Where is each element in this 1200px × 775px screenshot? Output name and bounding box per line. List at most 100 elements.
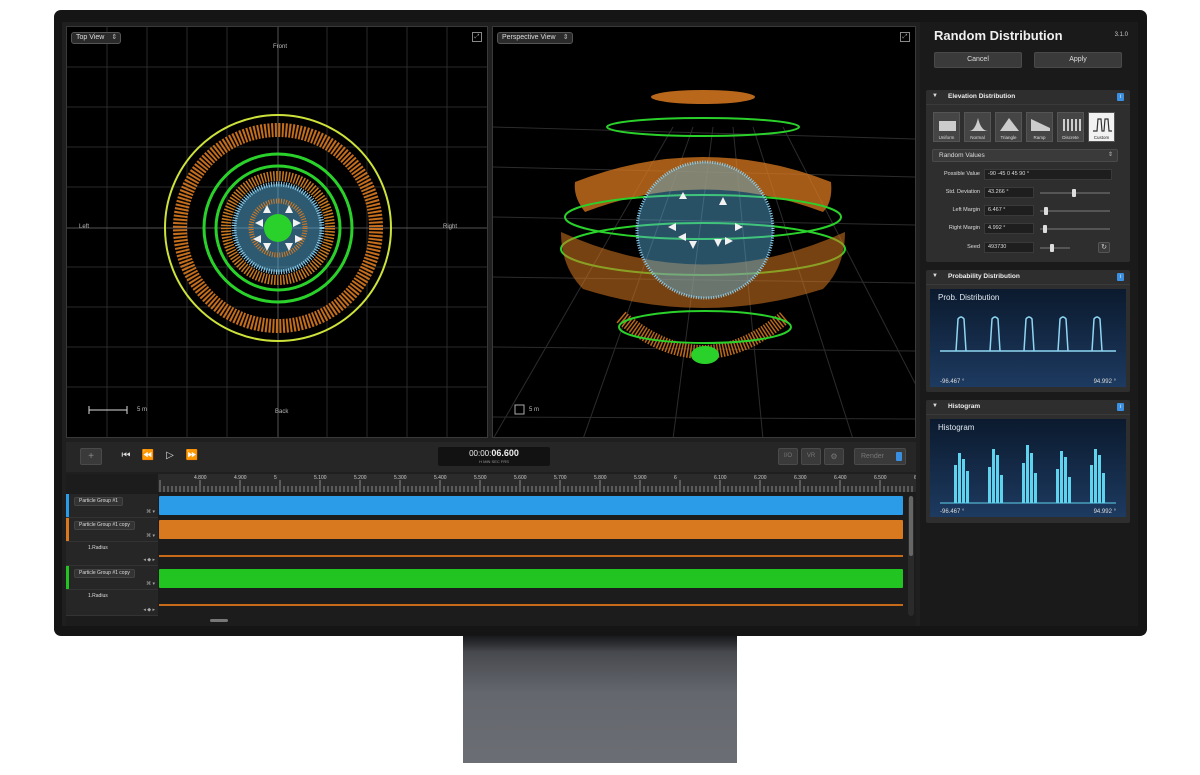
scroll-thumb[interactable] — [210, 619, 228, 622]
collapse-icon[interactable]: ▼ — [932, 403, 938, 409]
horizontal-scrollbar[interactable] — [158, 618, 898, 623]
track-bar[interactable] — [159, 496, 903, 515]
graph-max-label: 94.992 ° — [1093, 509, 1116, 515]
slider-knob[interactable] — [1050, 244, 1055, 252]
info-icon[interactable]: i — [1117, 273, 1124, 281]
dist-normal-button[interactable]: Normal — [964, 112, 991, 142]
ruler-label: 5 — [274, 475, 277, 481]
normal-icon — [969, 118, 988, 131]
dist-discrete-button[interactable]: Discrete — [1057, 112, 1084, 142]
track-controls-icon[interactable]: ⌘ ▾ — [146, 509, 155, 515]
left-margin-slider[interactable] — [1040, 207, 1110, 215]
collapse-icon[interactable]: ▼ — [932, 93, 938, 99]
refresh-seed-icon[interactable]: ↻ — [1098, 242, 1110, 253]
keyframe-controls-icon[interactable]: ◂ ◆ ▸ — [143, 557, 155, 563]
info-icon[interactable]: i — [1117, 93, 1124, 101]
front-label: Front — [273, 44, 288, 50]
subtrack-curve[interactable] — [159, 604, 903, 606]
dist-triangle-button[interactable]: Triangle — [995, 112, 1022, 142]
dist-custom-button[interactable]: Custom — [1088, 112, 1115, 142]
track-name[interactable]: Particle Group #1 copy — [74, 569, 135, 578]
track-name[interactable]: Particle Group #1 — [74, 497, 123, 506]
section-title: Probability Distribution — [948, 273, 1020, 280]
top-view-viewport[interactable]: Front Back Left Right 5 m Top View ⇕ ⤢ — [66, 26, 488, 438]
section-header[interactable]: ▼ Probability Distribution i — [926, 270, 1130, 285]
timeline: 4.800 4.900 5 5.100 5.200 5.300 5.400 5.500 5.60… — [66, 474, 916, 626]
subtrack-header[interactable]: 1.Radius ◂ ◆ ▸ — [66, 542, 158, 566]
left-margin-input[interactable]: 6.467 ° — [984, 205, 1034, 216]
track-header[interactable]: Particle Group #1 copy ⌘ ▾ — [66, 518, 158, 542]
ruler-label: 4.900 — [234, 475, 247, 481]
slider-knob[interactable] — [1043, 225, 1048, 233]
dist-ramp-button[interactable]: Ramp — [1026, 112, 1053, 142]
maximize-icon[interactable]: ⤢ — [472, 32, 482, 42]
top-view-canvas[interactable] — [67, 27, 488, 438]
seed-slider[interactable] — [1040, 244, 1070, 252]
graph-max-label: 94.992 ° — [1093, 379, 1116, 385]
subtrack-header[interactable]: 1.Radius ◂ ◆ ▸ — [66, 590, 158, 616]
timecode-units: H MIN SEC FRS — [479, 459, 509, 464]
perspective-view-viewport[interactable]: 5 m Perspective View ⇕ ⤢ — [492, 26, 916, 438]
info-icon[interactable]: i — [1117, 403, 1124, 411]
std-deviation-slider[interactable] — [1040, 189, 1110, 197]
step-forward-icon[interactable]: ⏩ — [184, 448, 200, 465]
section-title: Histogram — [948, 403, 981, 410]
timeline-ruler[interactable]: 4.800 4.900 5 5.100 5.200 5.300 5.400 5.500 5.60… — [158, 474, 916, 492]
scale-label: 5 m — [137, 407, 148, 413]
ruler-label: 5.700 — [554, 475, 567, 481]
chevron-icon: ⇕ — [1107, 152, 1113, 158]
random-values-dropdown[interactable]: Random Values ⇕ — [932, 149, 1118, 162]
apply-button[interactable]: Apply — [1034, 52, 1122, 68]
maximize-icon[interactable]: ⤢ — [900, 32, 910, 42]
track-controls-icon[interactable]: ⌘ ▾ — [146, 533, 155, 539]
std-deviation-input[interactable]: 43.266 ° — [984, 187, 1034, 198]
timecode-display: 00:00:06.600 H MIN SEC FRS — [438, 447, 550, 466]
track-bar[interactable] — [159, 569, 903, 588]
ruler-label: 6.100 — [714, 475, 727, 481]
io-button[interactable]: I/O — [778, 448, 798, 465]
view-selector[interactable]: Top View ⇕ — [71, 32, 122, 44]
panel-title: Random Distribution — [934, 28, 1063, 43]
track-name[interactable]: Particle Group #1 copy — [74, 521, 135, 530]
skip-start-icon[interactable]: ⏮ — [118, 448, 134, 465]
param-label: Std. Deviation — [945, 189, 980, 195]
section-header[interactable]: ▼ Histogram i — [926, 400, 1130, 415]
view-selector[interactable]: Perspective View ⇕ — [497, 32, 573, 44]
track-bar[interactable] — [159, 520, 903, 539]
probability-distribution-section: ▼ Probability Distribution i Prob. Distr… — [926, 270, 1130, 392]
scale-box — [514, 404, 525, 415]
scroll-thumb[interactable] — [909, 496, 913, 556]
possible-value-input[interactable]: -90 -45 0 45 90 ° — [984, 169, 1112, 180]
green-core — [691, 346, 719, 364]
right-margin-input[interactable]: 4.992 ° — [984, 223, 1034, 234]
collapse-icon[interactable]: ▼ — [932, 273, 938, 279]
add-button[interactable]: + — [80, 448, 102, 465]
track-header[interactable]: Particle Group #1 copy ⌘ ▾ — [66, 566, 158, 590]
vr-button[interactable]: VR — [801, 448, 821, 465]
subtrack-name: 1.Radius — [88, 545, 108, 551]
uniform-icon — [939, 121, 956, 131]
track-color — [66, 494, 69, 517]
perspective-view-canvas[interactable] — [493, 27, 916, 438]
track-header[interactable]: Particle Group #1 ⌘ ▾ — [66, 494, 158, 518]
discrete-icon — [1063, 119, 1081, 131]
section-header[interactable]: ▼ Elevation Distribution i — [926, 90, 1130, 105]
scale-bar — [88, 406, 128, 414]
slider-knob[interactable] — [1071, 189, 1076, 197]
slider-knob[interactable] — [1043, 207, 1048, 215]
settings-icon[interactable]: ⚙ — [824, 448, 844, 465]
play-icon[interactable]: ▷ — [162, 448, 178, 465]
ruler-label: 6.500 — [874, 475, 887, 481]
cancel-button[interactable]: Cancel — [934, 52, 1022, 68]
right-margin-slider[interactable] — [1040, 225, 1110, 233]
render-label: Render — [861, 453, 884, 460]
step-back-icon[interactable]: ⏪ — [140, 448, 156, 465]
seed-input[interactable]: 493730 — [984, 242, 1034, 253]
render-button[interactable]: Render — [854, 448, 906, 465]
subtrack-curve[interactable] — [159, 555, 903, 557]
track-controls-icon[interactable]: ⌘ ▾ — [146, 581, 155, 587]
vertical-scrollbar[interactable] — [908, 496, 914, 616]
keyframe-controls-icon[interactable]: ◂ ◆ ▸ — [143, 607, 155, 613]
histogram-section: ▼ Histogram i Histogram -96.467 ° 94.992… — [926, 400, 1130, 523]
dist-uniform-button[interactable]: Uniform — [933, 112, 960, 142]
